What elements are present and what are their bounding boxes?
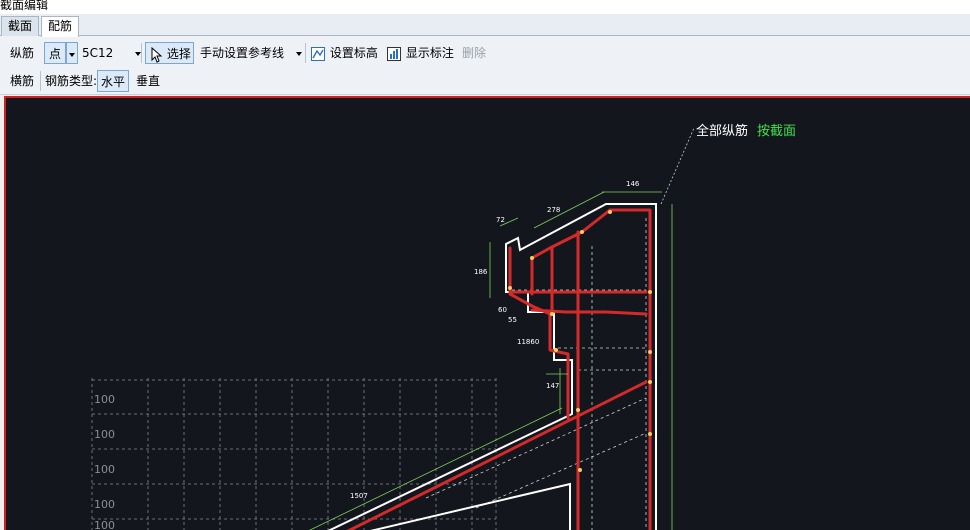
grid-label: 100 (94, 393, 115, 406)
grid-label: 100 (94, 428, 115, 441)
show-dimension-button[interactable]: 显示标注 (386, 42, 454, 64)
section-outline (327, 203, 657, 530)
section-guides (425, 218, 647, 530)
annotation-leader-line (660, 127, 695, 205)
chevron-down-icon (69, 52, 75, 57)
select-button[interactable]: 选择 (145, 42, 194, 64)
chevron-down-icon (295, 51, 302, 56)
select-button-label: 选择 (166, 47, 191, 61)
toolbar-transverse: 横筋 钢筋类型: 水平 垂直 (0, 69, 970, 95)
longitudinal-rebar-label: 纵筋 (10, 46, 35, 60)
rebar-spec-value: 5C12 (82, 46, 114, 60)
vertical-button[interactable]: 垂直 (136, 70, 160, 92)
dimension-label: 278 (547, 206, 560, 214)
dimension-label: 55 (508, 316, 517, 324)
delete-button[interactable]: 删除 (462, 42, 486, 64)
set-elevation-label: 设置标高 (329, 46, 378, 60)
transverse-rebar-label: 横筋 (10, 74, 35, 88)
dimension-label: 147 (546, 382, 559, 390)
toolbar-separator (305, 43, 306, 63)
cursor-arrow-icon (151, 46, 163, 63)
dimension-label: 60 (498, 306, 507, 314)
tab-reinforcement[interactable]: 配筋 (41, 16, 80, 37)
window-title: 截面编辑 (0, 0, 49, 12)
tab-strip: 截面 配筋 (0, 14, 970, 37)
section-drawing-canvas[interactable]: 100 100 100 100 100 146 278 72 186 60 55… (4, 96, 970, 530)
window-title-bar: 截面编辑 (0, 0, 970, 14)
dimension-label: 1507 (350, 492, 368, 500)
rebar-spec-select[interactable]: 5C12 (82, 42, 142, 64)
point-mode-dropdown[interactable] (66, 42, 78, 64)
dimension-label: 146 (626, 180, 640, 188)
elevation-icon (311, 46, 325, 61)
set-elevation-button[interactable]: 设置标高 (310, 42, 378, 64)
horizontal-button[interactable]: 水平 (97, 70, 130, 92)
section-drawing: 100 100 100 100 100 146 278 72 186 60 55… (91, 123, 796, 530)
point-mode-button[interactable]: 点 (44, 42, 67, 64)
rebar-type-label: 钢筋类型: (45, 74, 98, 88)
dimension-chart-icon (387, 46, 401, 61)
grid-label: 100 (94, 498, 115, 511)
toolbar-separator (40, 71, 41, 91)
all-longitudinal-rebar-label: 全部纵筋 (696, 123, 748, 139)
tab-section[interactable]: 截面 (1, 16, 40, 36)
point-mode-label: 点 (49, 47, 62, 61)
dimension-label: 186 (474, 268, 488, 276)
grid-label: 100 (94, 463, 115, 476)
grid-label: 100 (94, 519, 115, 530)
show-dimension-label: 显示标注 (405, 46, 454, 60)
dimension-label: 72 (496, 216, 505, 224)
dimension-label: 11860 (517, 338, 539, 346)
dimension-lines (309, 191, 673, 530)
toolbar-separator (141, 43, 142, 63)
toolbar-reinforcement: 纵筋 点 5C12 选择 手动设置参考线 设置标高 显示标注 删除 (0, 37, 970, 69)
manual-reference-line-button[interactable]: 手动设置参考线 (200, 42, 302, 64)
manual-reference-line-label: 手动设置参考线 (200, 46, 285, 60)
reference-grid (91, 378, 497, 530)
by-section-link[interactable]: 按截面 (757, 124, 796, 139)
